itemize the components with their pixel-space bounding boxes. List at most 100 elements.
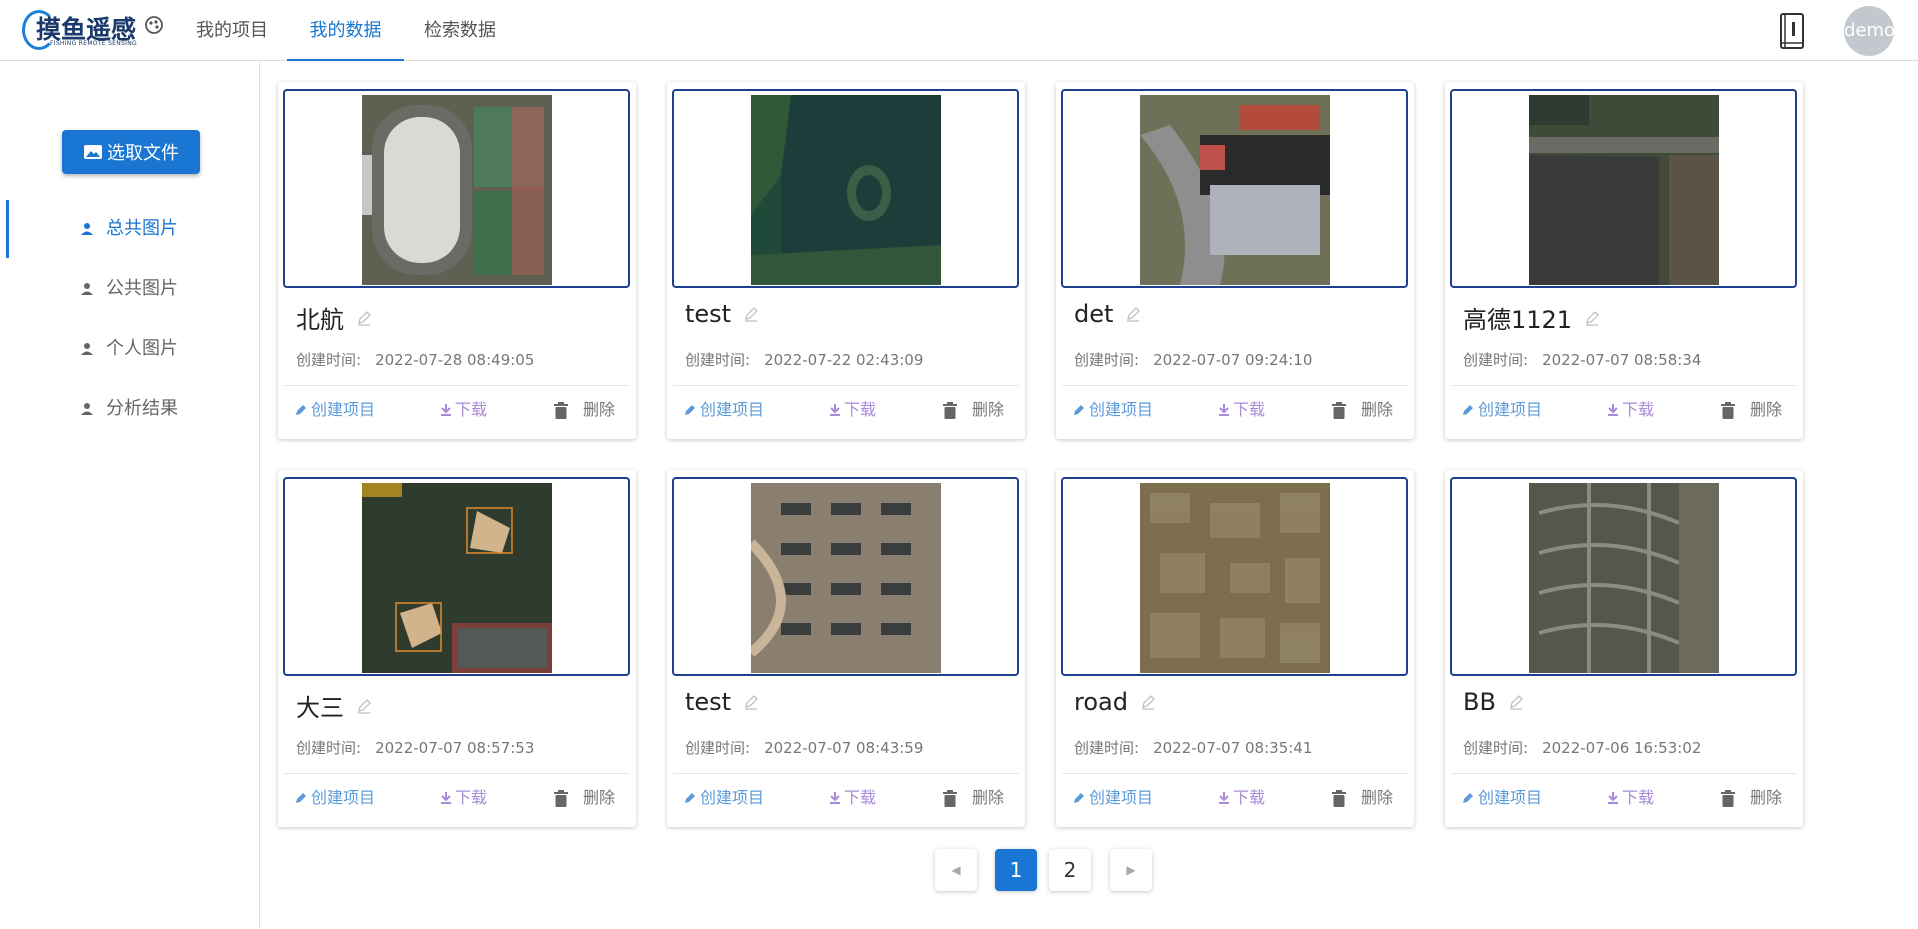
delete-button[interactable]: 删除 <box>1332 784 1393 812</box>
sidebar-item-analysis-results[interactable]: 分析结果 <box>0 380 259 438</box>
created-time: 创建时间: 2022-07-22 02:43:09 <box>685 349 923 370</box>
delete-button[interactable]: 删除 <box>1721 784 1782 812</box>
trash-icon <box>1721 789 1735 807</box>
pencil-icon <box>296 793 306 803</box>
sidebar-item-label: 总共图片 <box>106 218 178 239</box>
created-time-value: 2022-07-06 16:53:02 <box>1542 739 1702 757</box>
tab-search-data[interactable]: 检索数据 <box>404 0 516 61</box>
tab-my-data[interactable]: 我的数据 <box>287 0 404 61</box>
satellite-image-thumbnail[interactable] <box>1528 483 1719 673</box>
avatar[interactable]: demo <box>1844 6 1895 56</box>
prev-page-button[interactable]: ◀ <box>935 849 977 891</box>
image-card: 高德1121 创建时间: 2022-07-07 08:58:34 创建项目 下载… <box>1445 82 1803 439</box>
create-project-label: 创建项目 <box>1478 400 1543 419</box>
download-icon <box>1219 404 1229 416</box>
image-thumbnail-frame[interactable] <box>1450 89 1797 288</box>
created-time-value: 2022-07-07 08:35:41 <box>1153 739 1313 757</box>
download-button[interactable]: 下载 <box>829 396 876 424</box>
delete-button[interactable]: 删除 <box>554 784 615 812</box>
edit-pencil-icon[interactable] <box>356 698 372 714</box>
created-time: 创建时间: 2022-07-07 08:57:53 <box>296 737 534 758</box>
satellite-image-thumbnail[interactable] <box>1139 483 1330 673</box>
created-time-label: 创建时间: <box>296 351 362 369</box>
delete-button[interactable]: 删除 <box>943 784 1004 812</box>
card-title: test <box>685 300 759 328</box>
page-2-button[interactable]: 2 <box>1049 849 1091 891</box>
download-label: 下载 <box>455 788 488 807</box>
select-file-label: 选取文件 <box>107 143 179 164</box>
delete-button[interactable]: 删除 <box>1332 396 1393 424</box>
edit-pencil-icon[interactable] <box>743 306 759 322</box>
card-divider <box>284 773 630 774</box>
download-button[interactable]: 下载 <box>440 396 487 424</box>
create-project-button[interactable]: 创建项目 <box>1461 784 1542 812</box>
download-button[interactable]: 下载 <box>1607 784 1654 812</box>
create-project-button[interactable]: 创建项目 <box>1072 784 1153 812</box>
user-manual-icon[interactable] <box>1779 12 1805 50</box>
create-project-button[interactable]: 创建项目 <box>1072 396 1153 424</box>
tab-my-projects[interactable]: 我的项目 <box>176 0 288 61</box>
download-button[interactable]: 下载 <box>1218 784 1265 812</box>
select-file-button[interactable]: 选取文件 <box>62 130 200 174</box>
app-logo[interactable]: 摸鱼遥感 FISHING REMOTE SENSING <box>22 6 163 54</box>
image-thumbnail-frame[interactable] <box>1061 89 1408 288</box>
download-button[interactable]: 下载 <box>1607 396 1654 424</box>
satellite-image-thumbnail[interactable] <box>750 95 941 285</box>
satellite-image-thumbnail[interactable] <box>750 483 941 673</box>
image-thumbnail-frame[interactable] <box>1450 477 1797 676</box>
image-thumbnail-frame[interactable] <box>672 89 1019 288</box>
image-thumbnail-frame[interactable] <box>283 89 630 288</box>
create-project-button[interactable]: 创建项目 <box>294 396 375 424</box>
create-project-label: 创建项目 <box>311 788 376 807</box>
satellite-image-thumbnail[interactable] <box>1528 95 1719 285</box>
edit-pencil-icon[interactable] <box>1584 310 1600 326</box>
delete-label: 删除 <box>1750 788 1783 807</box>
card-title: det <box>1074 300 1141 328</box>
create-project-button[interactable]: 创建项目 <box>294 784 375 812</box>
card-divider <box>673 385 1019 386</box>
sidebar-item-all-images[interactable]: 总共图片 <box>0 200 259 258</box>
card-divider <box>1451 385 1797 386</box>
delete-label: 删除 <box>1361 400 1394 419</box>
satellite-image-thumbnail[interactable] <box>361 483 552 673</box>
download-icon <box>1219 792 1229 804</box>
delete-label: 删除 <box>583 400 616 419</box>
download-button[interactable]: 下载 <box>1218 396 1265 424</box>
delete-label: 删除 <box>1750 400 1783 419</box>
delete-button[interactable]: 删除 <box>943 396 1004 424</box>
image-thumbnail-frame[interactable] <box>283 477 630 676</box>
sidebar-item-personal-images[interactable]: 个人图片 <box>0 320 259 378</box>
page-1-button[interactable]: 1 <box>995 849 1037 891</box>
satellite-image-thumbnail[interactable] <box>1139 95 1330 285</box>
created-time-label: 创建时间: <box>1074 351 1140 369</box>
created-time-value: 2022-07-07 08:58:34 <box>1542 351 1702 369</box>
card-title-text: BB <box>1463 688 1496 716</box>
edit-pencil-icon[interactable] <box>1125 306 1141 322</box>
image-thumbnail-frame[interactable] <box>672 477 1019 676</box>
download-button[interactable]: 下载 <box>440 784 487 812</box>
trash-icon <box>1332 789 1346 807</box>
download-button[interactable]: 下载 <box>829 784 876 812</box>
download-label: 下载 <box>844 788 877 807</box>
edit-pencil-icon[interactable] <box>1140 694 1156 710</box>
card-divider <box>1062 385 1408 386</box>
create-project-label: 创建项目 <box>1478 788 1543 807</box>
pencil-icon <box>1074 793 1084 803</box>
satellite-image-thumbnail[interactable] <box>361 95 552 285</box>
next-page-button[interactable]: ▶ <box>1110 849 1152 891</box>
image-thumbnail-frame[interactable] <box>1061 477 1408 676</box>
download-icon <box>830 404 840 416</box>
created-time-label: 创建时间: <box>1463 739 1529 757</box>
card-divider <box>673 773 1019 774</box>
create-project-label: 创建项目 <box>1089 788 1154 807</box>
edit-pencil-icon[interactable] <box>743 694 759 710</box>
create-project-button[interactable]: 创建项目 <box>683 784 764 812</box>
edit-pencil-icon[interactable] <box>356 310 372 326</box>
sidebar-item-public-images[interactable]: 公共图片 <box>0 260 259 318</box>
delete-button[interactable]: 删除 <box>1721 396 1782 424</box>
download-icon <box>441 404 451 416</box>
delete-button[interactable]: 删除 <box>554 396 615 424</box>
create-project-button[interactable]: 创建项目 <box>1461 396 1542 424</box>
create-project-button[interactable]: 创建项目 <box>683 396 764 424</box>
edit-pencil-icon[interactable] <box>1508 694 1524 710</box>
